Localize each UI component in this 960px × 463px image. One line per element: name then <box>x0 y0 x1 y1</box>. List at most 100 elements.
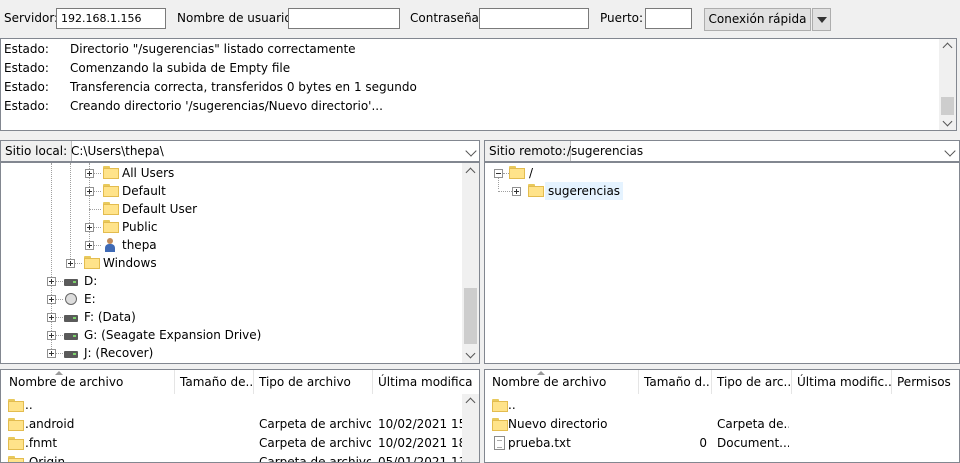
expand-icon[interactable] <box>47 331 56 340</box>
chevron-down-icon <box>817 17 827 23</box>
tree-item[interactable]: / <box>485 164 955 182</box>
chevron-down-icon[interactable] <box>465 145 477 157</box>
scroll-thumb[interactable] <box>464 288 477 344</box>
tree-item[interactable]: D: <box>1 272 461 290</box>
file-modified: 05/01/2021 13:4 <box>378 455 462 463</box>
file-type: Carpeta de... <box>717 417 789 431</box>
scroll-up-icon[interactable] <box>942 42 953 53</box>
remote-site-bar: Sitio remoto: /sugerencias <box>484 140 960 162</box>
file-type: Carpeta de archivos <box>259 417 371 431</box>
expand-icon[interactable] <box>85 169 94 178</box>
file-type: Document... <box>717 436 789 450</box>
message-log: Estado: Directorio "/sugerencias" listado… <box>0 38 957 131</box>
quickconnect-bar: Servidor: Nombre de usuario: Contraseña:… <box>0 0 960 38</box>
log-row: Estado: Transferencia correcta, transferi… <box>4 78 417 97</box>
tree-item[interactable]: F: (Data) <box>1 308 461 326</box>
expand-icon[interactable] <box>47 277 56 286</box>
expand-icon[interactable] <box>85 241 94 250</box>
remote-site-label: Sitio remoto: <box>485 141 572 161</box>
expand-icon[interactable] <box>47 295 56 304</box>
tree-item[interactable]: J: (Recover) <box>1 344 461 362</box>
local-file-list-scrollbar[interactable] <box>462 394 479 462</box>
port-label: Puerto: <box>600 11 644 25</box>
scroll-up-icon[interactable] <box>465 167 476 178</box>
port-input[interactable] <box>645 8 692 29</box>
quickconnect-button[interactable]: Conexión rápida <box>704 8 811 31</box>
remote-file-list: Nombre de archivo Tamaño d... Tipo de ar… <box>484 369 960 463</box>
list-item[interactable]: Nuevo directorio Carpeta de... <box>485 415 959 434</box>
folder-icon <box>8 399 24 412</box>
local-site-label: Sitio local: <box>1 141 73 161</box>
log-key: Estado: <box>4 99 49 113</box>
column-header-permissions[interactable]: Permisos <box>892 370 959 394</box>
local-site-bar: Sitio local: C:\Users\thepa\ <box>0 140 480 162</box>
expand-icon[interactable] <box>512 187 521 196</box>
tree-item[interactable]: G: (Seagate Expansion Drive) <box>1 326 461 344</box>
log-row: Estado: Creando directorio '/sugerencias/… <box>4 97 383 116</box>
host-label: Servidor: <box>4 11 59 25</box>
column-header-type[interactable]: Tipo de arc... <box>712 370 792 394</box>
log-message: Comenzando la subida de Empty file <box>70 61 291 75</box>
tree-item-label: J: (Recover) <box>84 346 154 360</box>
tree-item[interactable]: Default <box>1 182 461 200</box>
remote-path-input[interactable]: /sugerencias <box>567 141 643 161</box>
expand-icon[interactable] <box>47 349 56 358</box>
scroll-thumb[interactable] <box>941 97 954 115</box>
list-item[interactable]: .Origin Carpeta de archivos 05/01/2021 1… <box>1 453 479 463</box>
file-name: .android <box>25 417 75 431</box>
column-header-modified[interactable]: Última modifica <box>373 370 479 394</box>
column-header-type[interactable]: Tipo de archivo <box>254 370 373 394</box>
tree-item-label: sugerencias <box>545 182 624 200</box>
tree-item-label: thepa <box>122 238 157 252</box>
list-item[interactable]: .. <box>1 396 479 415</box>
list-item[interactable]: .. <box>485 396 959 415</box>
expand-icon[interactable] <box>85 223 94 232</box>
tree-item[interactable]: sugerencias <box>485 182 955 200</box>
scroll-down-icon[interactable] <box>465 348 476 359</box>
text-file-icon <box>494 436 505 450</box>
host-input[interactable] <box>56 8 166 29</box>
password-input[interactable] <box>479 8 589 29</box>
log-message: Directorio "/sugerencias" listado correc… <box>70 42 356 56</box>
list-item[interactable]: .android Carpeta de archivos 10/02/2021 … <box>1 415 479 434</box>
file-modified: 10/02/2021 15:3 <box>378 417 462 431</box>
scroll-down-icon[interactable] <box>942 116 953 127</box>
folder-icon <box>8 456 24 462</box>
tree-item[interactable]: Default User <box>1 200 461 218</box>
file-name: .. <box>25 398 33 412</box>
expand-icon[interactable] <box>85 187 94 196</box>
log-scrollbar[interactable] <box>939 39 956 130</box>
tree-item[interactable]: All Users <box>1 164 461 182</box>
column-header-size[interactable]: Tamaño d... <box>639 370 712 394</box>
password-label: Contraseña: <box>410 11 483 25</box>
tree-item-label: E: <box>84 292 96 306</box>
column-header-name[interactable]: Nombre de archivo <box>487 370 639 394</box>
column-header-modified[interactable]: Última modific... <box>792 370 892 394</box>
expand-icon[interactable] <box>66 259 75 268</box>
expand-icon[interactable] <box>47 313 56 322</box>
user-folder-icon <box>104 238 116 252</box>
tree-item-label: Public <box>122 220 158 234</box>
column-header-size[interactable]: Tamaño de... <box>175 370 254 394</box>
tree-item-label: / <box>529 166 534 180</box>
username-input[interactable] <box>288 8 400 29</box>
chevron-down-icon[interactable] <box>944 145 956 157</box>
local-path-input[interactable]: C:\Users\thepa\ <box>71 141 164 161</box>
list-item[interactable]: prueba.txt 0 Document... <box>485 434 959 453</box>
log-message: Creando directorio '/sugerencias/Nuevo d… <box>70 99 383 113</box>
quickconnect-history-dropdown[interactable] <box>812 8 831 31</box>
tree-item[interactable]: Public <box>1 218 461 236</box>
log-key: Estado: <box>4 42 49 56</box>
tree-item[interactable]: E: <box>1 290 461 308</box>
tree-item[interactable]: Windows <box>1 254 461 272</box>
collapse-icon[interactable] <box>494 169 503 178</box>
file-name: .fnmt <box>25 436 58 450</box>
tree-item-label: Windows <box>103 256 157 270</box>
drive-icon <box>64 333 78 340</box>
tree-item[interactable]: thepa <box>1 236 461 254</box>
folder-icon <box>8 418 24 431</box>
list-item[interactable]: .fnmt Carpeta de archivos 10/02/2021 18:… <box>1 434 479 453</box>
column-header-name[interactable]: Nombre de archivo <box>4 370 175 394</box>
scroll-up-icon[interactable] <box>465 397 476 408</box>
local-tree-scrollbar[interactable] <box>462 163 479 363</box>
